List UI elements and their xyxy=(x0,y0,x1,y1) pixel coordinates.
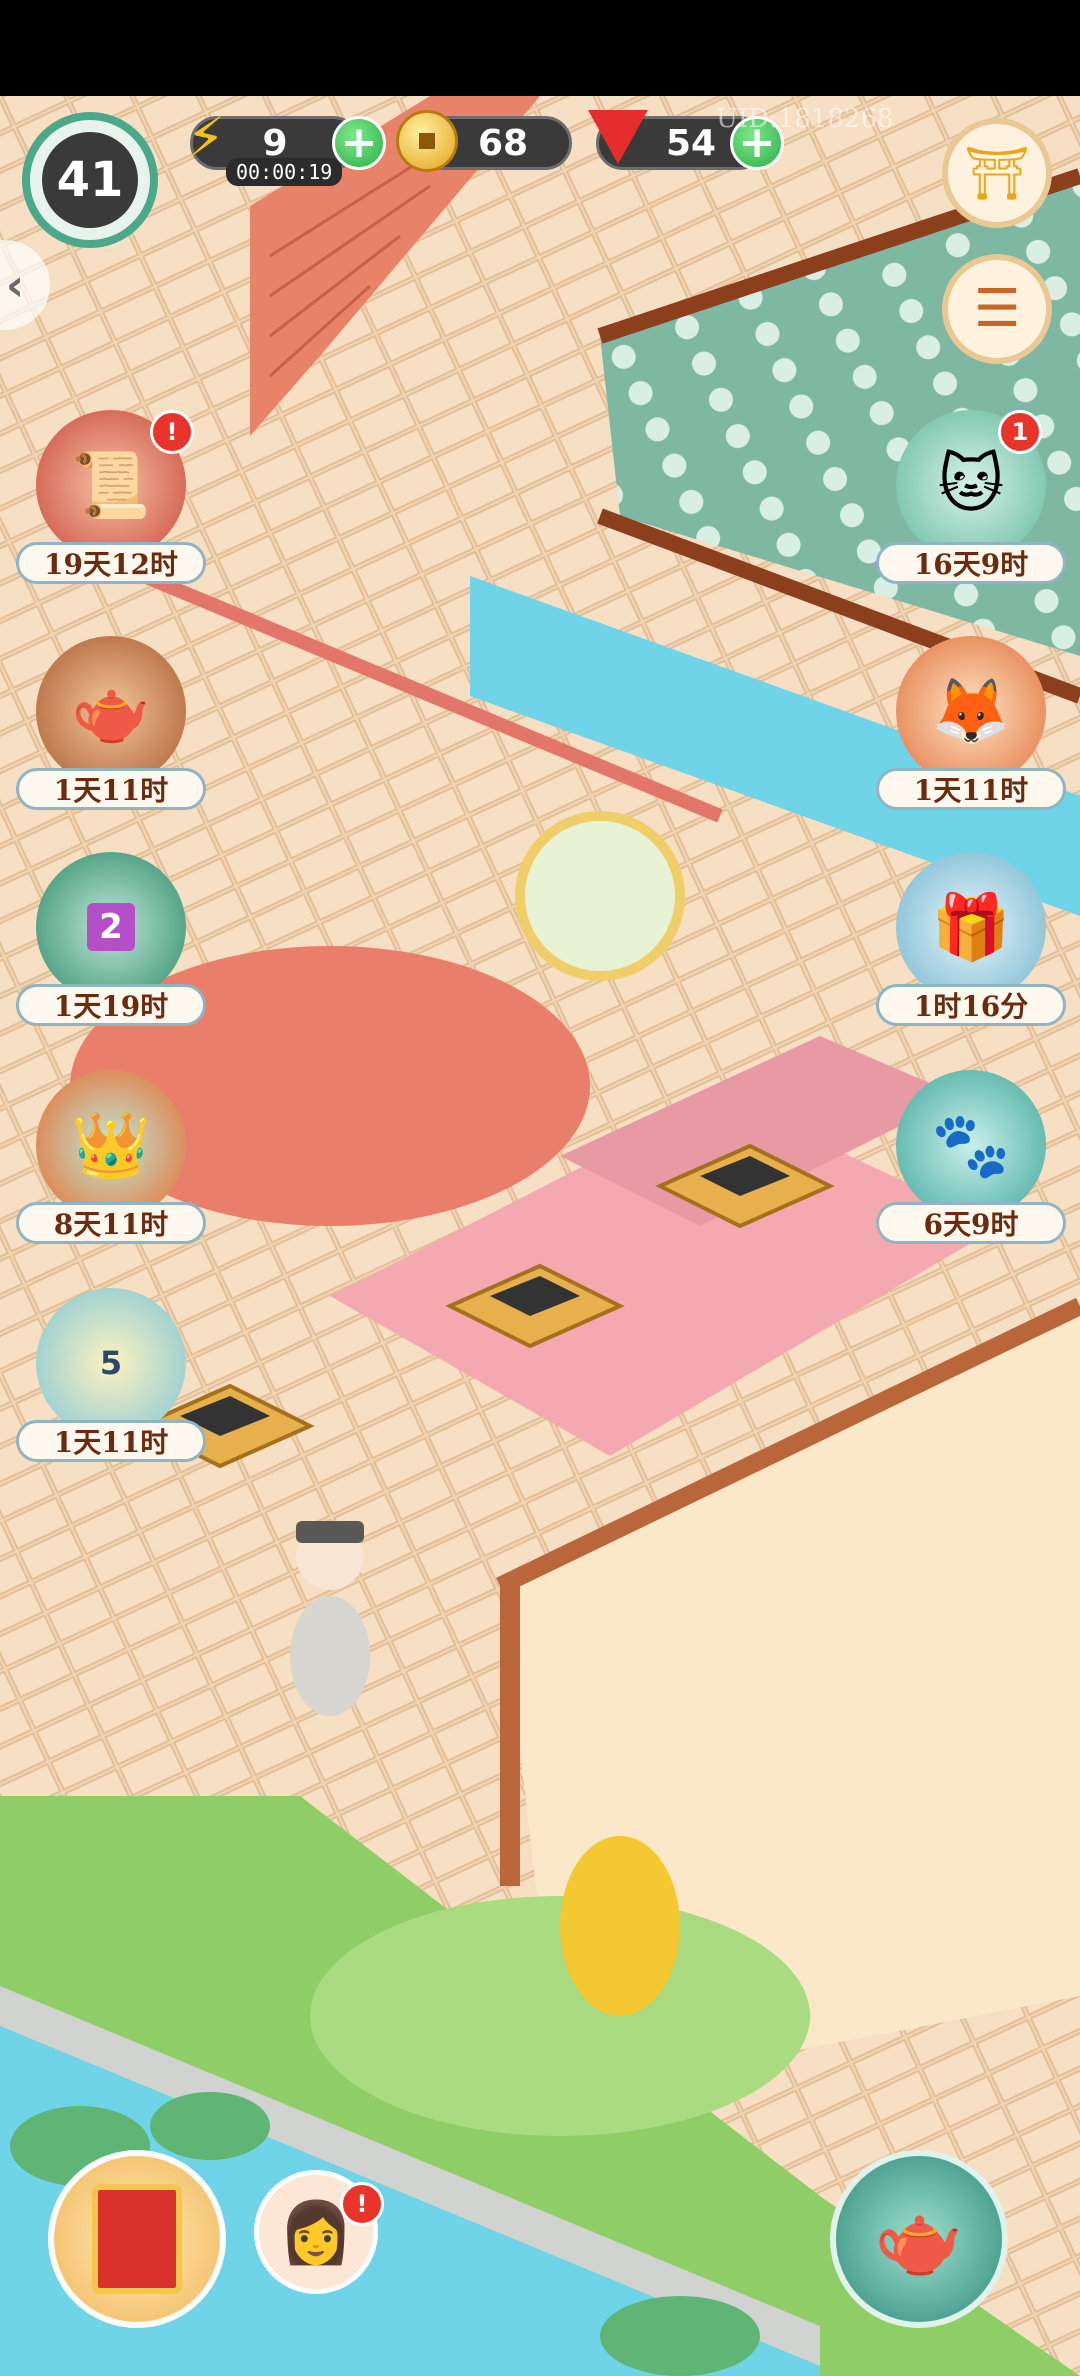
lightning-icon: ⚡ xyxy=(186,106,226,171)
player-level-value: 41 xyxy=(42,132,138,228)
event-timer-label: 6天9时 xyxy=(876,1202,1066,1244)
event-fox-fan[interactable]: 🦊 1天11时 xyxy=(876,636,1066,836)
notification-badge: 1 xyxy=(998,410,1042,454)
event-tea-set[interactable]: 🫖 1天11时 xyxy=(16,636,206,836)
list-icon: ☰ xyxy=(973,279,1021,339)
event-cat-gift-box[interactable]: 🐾 6天9时 xyxy=(876,1070,1066,1270)
event-timer-label: 1时16分 xyxy=(876,984,1066,1026)
tea-set-icon: 🫖 xyxy=(36,636,186,786)
user-id: UID:1818268 xyxy=(716,104,894,134)
status-bar xyxy=(0,0,1080,96)
event-treasure-shop[interactable]: 2 1天19时 xyxy=(16,852,206,1052)
shop-count-badge: 2 xyxy=(87,903,135,951)
event-timer-label: 1天11时 xyxy=(876,768,1066,810)
decorate-button[interactable]: 🫖 xyxy=(830,2150,1008,2328)
menu-button[interactable]: ☰ xyxy=(942,254,1052,364)
event-timer-label: 19天12时 xyxy=(16,542,206,584)
character-alert-badge: ! xyxy=(340,2182,384,2226)
incense-burner-icon: ⛩ xyxy=(963,143,1030,204)
journal-button[interactable] xyxy=(48,2150,226,2328)
event-phoenix-crown[interactable]: 👑 8天11时 xyxy=(16,1070,206,1270)
energy-timer: 00:00:19 xyxy=(226,158,343,186)
gem-value: 54 xyxy=(665,122,717,164)
ruby-icon xyxy=(588,110,648,164)
event-timer-label: 8天11时 xyxy=(16,1202,206,1244)
coin-icon xyxy=(396,110,458,172)
event-sleeping-cat[interactable]: 🐱 1 16天9时 xyxy=(876,410,1066,610)
lotus-count: 5 xyxy=(99,1344,123,1382)
red-book-icon xyxy=(92,2184,182,2294)
event-scroll-book[interactable]: 📜 ! 19天12时 xyxy=(16,410,206,610)
back-arrow-icon: ‹ xyxy=(5,259,25,311)
event-timer-label: 1天11时 xyxy=(16,768,206,810)
coin-value: 68 xyxy=(477,122,529,164)
event-timer-label: 16天9时 xyxy=(876,542,1066,584)
shop-button[interactable]: ⛩ xyxy=(942,118,1052,228)
alert-badge: ! xyxy=(150,410,194,454)
event-timer-label: 1天11时 xyxy=(16,1420,206,1462)
phoenix-crown-icon: 👑 xyxy=(36,1070,186,1220)
teapot-icon: 🫖 xyxy=(874,2196,964,2281)
cat-gift-box-icon: 🐾 xyxy=(896,1070,1046,1220)
event-jade-gift[interactable]: 🎁 1时16分 xyxy=(876,852,1066,1052)
event-lotus[interactable]: 5 1天11时 xyxy=(16,1288,206,1488)
fox-fan-icon: 🦊 xyxy=(896,636,1046,786)
add-energy-button[interactable]: + xyxy=(332,116,386,170)
player-level-badge[interactable]: 41 xyxy=(22,112,158,248)
jade-gift-icon: 🎁 xyxy=(896,852,1046,1002)
event-timer-label: 1天19时 xyxy=(16,984,206,1026)
lotus-icon: 5 xyxy=(36,1288,186,1438)
treasure-shop-icon: 2 xyxy=(36,852,186,1002)
